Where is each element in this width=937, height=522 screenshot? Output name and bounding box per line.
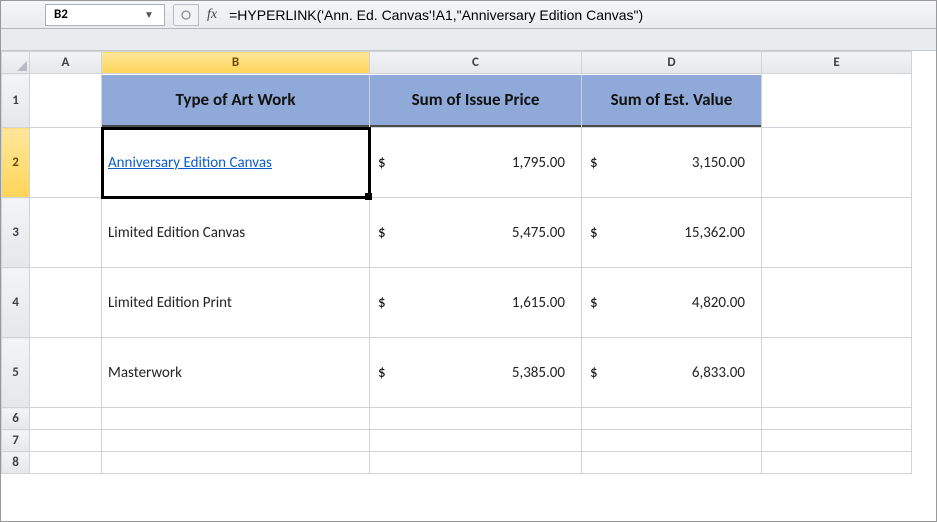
- select-all-corner[interactable]: [2, 52, 30, 74]
- row-header-5[interactable]: 5: [2, 338, 30, 408]
- cell-E6[interactable]: [762, 408, 912, 430]
- currency-symbol: $: [376, 224, 386, 242]
- cell-D2[interactable]: $3,150.00: [582, 128, 762, 198]
- currency-value: 5,475.00: [512, 224, 565, 242]
- cell-E4[interactable]: [762, 268, 912, 338]
- row-header-8[interactable]: 8: [2, 452, 30, 474]
- cell-E2[interactable]: [762, 128, 912, 198]
- currency-symbol: $: [588, 364, 598, 382]
- cell-E1[interactable]: [762, 74, 912, 128]
- hyperlink[interactable]: Anniversary Edition Canvas: [108, 154, 272, 172]
- currency-value: 3,150.00: [692, 154, 745, 172]
- row-header-4[interactable]: 4: [2, 268, 30, 338]
- fx-group: fx: [173, 4, 225, 26]
- currency-symbol: $: [588, 154, 598, 172]
- name-box[interactable]: B2 ▼: [45, 4, 165, 26]
- col-header-A[interactable]: A: [30, 52, 102, 74]
- currency-symbol: $: [376, 364, 386, 382]
- name-box-value: B2: [54, 7, 142, 22]
- table-row: 1 Type of Art Work Sum of Issue Price Su…: [2, 74, 912, 128]
- cell-A4[interactable]: [30, 268, 102, 338]
- cell-A1[interactable]: [30, 74, 102, 128]
- table-row: 2 Anniversary Edition Canvas $1,795.00 $…: [2, 128, 912, 198]
- table-row: 3 Limited Edition Canvas $5,475.00 $15,3…: [2, 198, 912, 268]
- cell-D3[interactable]: $15,362.00: [582, 198, 762, 268]
- cell-text: Masterwork: [108, 364, 182, 382]
- formula-bar: B2 ▼ fx: [1, 1, 936, 29]
- cell-E8[interactable]: [762, 452, 912, 474]
- name-box-dropdown-icon[interactable]: ▼: [142, 6, 156, 24]
- table-row: 6: [2, 408, 912, 430]
- table-row: 5 Masterwork $5,385.00 $6,833.00: [2, 338, 912, 408]
- cell-C6[interactable]: [370, 408, 582, 430]
- cell-D8[interactable]: [582, 452, 762, 474]
- row-header-3[interactable]: 3: [2, 198, 30, 268]
- cell-D5[interactable]: $6,833.00: [582, 338, 762, 408]
- cell-E3[interactable]: [762, 198, 912, 268]
- currency-value: 15,362.00: [684, 224, 745, 242]
- row-header-7[interactable]: 7: [2, 430, 30, 452]
- table-row: 8: [2, 452, 912, 474]
- cell-C7[interactable]: [370, 430, 582, 452]
- cell-D1[interactable]: Sum of Est. Value: [582, 74, 762, 128]
- currency-value: 4,820.00: [692, 294, 745, 312]
- cell-A7[interactable]: [30, 430, 102, 452]
- cell-D6[interactable]: [582, 408, 762, 430]
- currency-symbol: $: [588, 224, 598, 242]
- cell-B8[interactable]: [102, 452, 370, 474]
- cell-B5[interactable]: Masterwork: [102, 338, 370, 408]
- table-row: 7: [2, 430, 912, 452]
- row-header-6[interactable]: 6: [2, 408, 30, 430]
- currency-value: 1,615.00: [512, 294, 565, 312]
- currency-symbol: $: [588, 294, 598, 312]
- header-issue: Sum of Issue Price: [370, 75, 581, 127]
- worksheet-grid[interactable]: A B C D E 1 Type of Art Work Sum of Issu…: [1, 51, 936, 521]
- cell-B7[interactable]: [102, 430, 370, 452]
- cell-E7[interactable]: [762, 430, 912, 452]
- cell-A6[interactable]: [30, 408, 102, 430]
- col-header-E[interactable]: E: [762, 52, 912, 74]
- formula-input[interactable]: [225, 4, 932, 26]
- cell-B3[interactable]: Limited Edition Canvas: [102, 198, 370, 268]
- table-row: 4 Limited Edition Print $1,615.00 $4,820…: [2, 268, 912, 338]
- cell-B2[interactable]: Anniversary Edition Canvas: [102, 128, 370, 198]
- cell-B1[interactable]: Type of Art Work: [102, 74, 370, 128]
- cell-C4[interactable]: $1,615.00: [370, 268, 582, 338]
- currency-symbol: $: [376, 294, 386, 312]
- currency-symbol: $: [376, 154, 386, 172]
- cell-A5[interactable]: [30, 338, 102, 408]
- col-header-D[interactable]: D: [582, 52, 762, 74]
- cell-C5[interactable]: $5,385.00: [370, 338, 582, 408]
- cell-D4[interactable]: $4,820.00: [582, 268, 762, 338]
- currency-value: 5,385.00: [512, 364, 565, 382]
- col-header-C[interactable]: C: [370, 52, 582, 74]
- cell-text: Limited Edition Print: [108, 294, 232, 312]
- row-header-2[interactable]: 2: [2, 128, 30, 198]
- cell-C1[interactable]: Sum of Issue Price: [370, 74, 582, 128]
- cell-C8[interactable]: [370, 452, 582, 474]
- fx-icon[interactable]: fx: [199, 7, 225, 23]
- cell-B4[interactable]: Limited Edition Print: [102, 268, 370, 338]
- cell-D7[interactable]: [582, 430, 762, 452]
- col-header-B[interactable]: B: [102, 52, 370, 74]
- cell-E5[interactable]: [762, 338, 912, 408]
- cell-C3[interactable]: $5,475.00: [370, 198, 582, 268]
- cell-C2[interactable]: $1,795.00: [370, 128, 582, 198]
- currency-value: 1,795.00: [512, 154, 565, 172]
- header-est: Sum of Est. Value: [582, 75, 761, 127]
- cell-B6[interactable]: [102, 408, 370, 430]
- row-header-1[interactable]: 1: [2, 74, 30, 128]
- currency-value: 6,833.00: [692, 364, 745, 382]
- cell-text: Limited Edition Canvas: [108, 224, 245, 242]
- header-type: Type of Art Work: [102, 75, 369, 127]
- cell-A3[interactable]: [30, 198, 102, 268]
- cell-A8[interactable]: [30, 452, 102, 474]
- ribbon-gap: [1, 29, 936, 51]
- cancel-formula-icon[interactable]: [173, 4, 199, 26]
- cell-A2[interactable]: [30, 128, 102, 198]
